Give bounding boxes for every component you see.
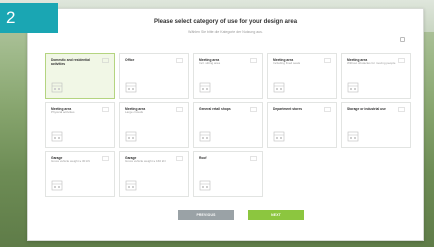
dialog-subtitle: Wählen Sie bitte die Kategorie der Nutzu… — [188, 30, 263, 34]
category-corner-icon — [176, 156, 183, 161]
category-card[interactable]: Meeting area Large crowds — [119, 102, 189, 148]
category-label: General retail shops — [199, 107, 231, 111]
category-card[interactable]: Meeting area Physical activities — [45, 102, 115, 148]
category-pictogram-icon — [199, 82, 211, 93]
category-sublabel: Gross vehicle weight ≤ 30 kN — [51, 159, 90, 163]
category-sublabel: Physical activities — [51, 110, 75, 114]
category-corner-icon — [250, 58, 257, 63]
category-label: Storage or industrial use — [347, 107, 386, 111]
category-corner-icon — [102, 107, 109, 112]
category-sublabel: Including fixed seats — [273, 61, 301, 65]
category-pictogram-icon — [51, 180, 63, 191]
category-pictogram-icon — [347, 131, 359, 142]
category-card[interactable]: Office — [119, 53, 189, 99]
category-pictogram-icon — [51, 82, 63, 93]
dialog-title: Please select category of use for your d… — [153, 19, 298, 25]
category-corner-icon — [398, 58, 405, 63]
category-pictogram-icon — [273, 131, 285, 142]
category-sublabel: Gross vehicle weight ≤ 160 kN — [125, 159, 166, 163]
category-card[interactable]: Meeting area Including fixed seats — [267, 53, 337, 99]
category-card[interactable]: Storage or industrial use — [341, 102, 411, 148]
category-card[interactable]: General retail shops — [193, 102, 263, 148]
category-sublabel: Without obstacles for moving people — [347, 61, 396, 65]
category-sublabel: Large crowds — [125, 110, 144, 114]
category-pictogram-icon — [199, 131, 211, 142]
category-card[interactable]: Meeting area Incl. sitting area — [193, 53, 263, 99]
category-corner-icon — [398, 107, 405, 112]
category-card[interactable]: Garage Gross vehicle weight ≤ 160 kN — [119, 151, 189, 197]
category-card[interactable]: Meeting area Without obstacles for moving… — [341, 53, 411, 99]
category-pictogram-icon — [125, 82, 137, 93]
category-pictogram-icon — [273, 82, 285, 93]
category-sublabel: Incl. sitting area — [199, 61, 221, 65]
category-corner-icon — [324, 107, 331, 112]
category-card[interactable]: Department stores — [267, 102, 337, 148]
category-corner-icon — [102, 156, 109, 161]
category-corner-icon — [324, 58, 331, 63]
category-pictogram-icon — [125, 131, 137, 142]
category-corner-icon — [250, 107, 257, 112]
category-corner-icon — [102, 58, 109, 63]
category-pictogram-icon — [125, 180, 137, 191]
category-corner-icon — [176, 58, 183, 63]
step-badge: 2 — [0, 3, 58, 33]
category-corner-icon — [176, 107, 183, 112]
category-label: Department stores — [273, 107, 303, 111]
category-card[interactable]: Domestic and residential activities — [45, 53, 115, 99]
category-label: Roof — [199, 156, 207, 160]
category-dialog: Please select category of use for your d… — [27, 8, 424, 241]
category-pictogram-icon — [51, 131, 63, 142]
category-pictogram-icon — [199, 180, 211, 191]
next-button[interactable]: NEXT — [248, 210, 304, 220]
previous-button[interactable]: PREVIOUS — [178, 210, 234, 220]
category-card[interactable]: Roof — [193, 151, 263, 197]
category-corner-icon — [250, 156, 257, 161]
category-label: Office — [125, 58, 135, 62]
category-card[interactable]: Garage Gross vehicle weight ≤ 30 kN — [45, 151, 115, 197]
close-icon[interactable] — [400, 37, 405, 42]
category-label: Domestic and residential activities — [51, 58, 91, 67]
category-pictogram-icon — [347, 82, 359, 93]
